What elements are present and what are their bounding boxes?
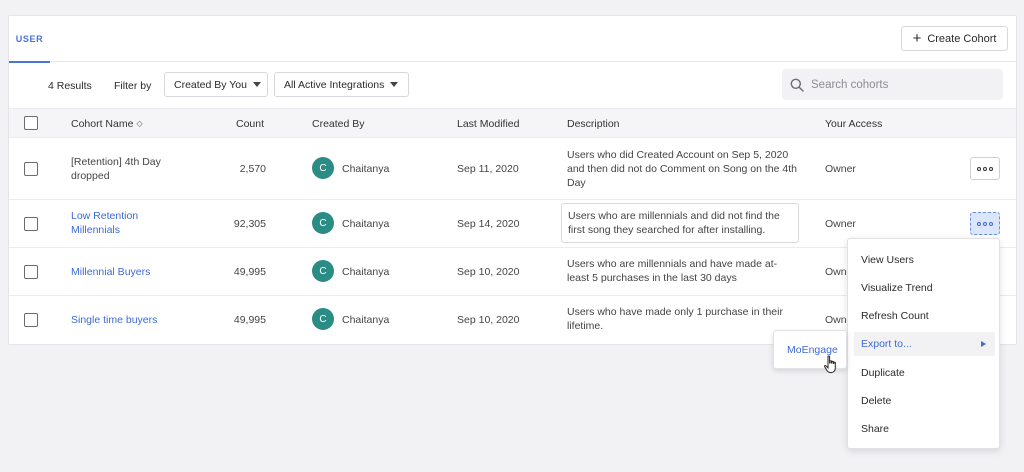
cohort-count: 49,995 — [233, 266, 266, 278]
row-checkbox[interactable] — [24, 313, 38, 327]
menu-item-view-users[interactable]: View Users — [854, 248, 995, 272]
integrations-value: All Active Integrations — [284, 78, 385, 91]
menu-item-export-to[interactable]: Export to... — [854, 332, 995, 356]
caret-down-icon — [252, 82, 261, 87]
last-modified: Sep 10, 2020 — [457, 314, 520, 326]
column-header-created-by: Created By — [312, 118, 365, 130]
more-icon — [983, 166, 987, 171]
column-header-cohort-name[interactable]: Cohort Name ◇ — [71, 118, 143, 130]
filter-by-label: Filter by — [114, 80, 152, 92]
cohort-name-link[interactable]: Low Retention Millennials — [71, 209, 138, 237]
avatar: C — [312, 157, 334, 179]
tab-user[interactable]: USER — [9, 16, 50, 63]
created-by-value: Created By You — [174, 78, 247, 91]
create-cohort-button[interactable]: + Create Cohort — [901, 26, 1008, 51]
last-modified: Sep 10, 2020 — [457, 266, 520, 278]
column-header-description: Description — [567, 118, 620, 130]
cohort-name-link[interactable]: Single time buyers — [71, 313, 157, 327]
more-icon — [983, 221, 987, 226]
created-by-dropdown[interactable]: Created By You — [164, 72, 268, 97]
hand-cursor-icon — [824, 355, 836, 373]
last-modified: Sep 14, 2020 — [457, 218, 520, 230]
cohort-description[interactable]: Users who are millennials and did not fi… — [561, 203, 799, 243]
search-input[interactable] — [811, 78, 991, 91]
table-header: Cohort Name ◇ Count Created By Last Modif… — [9, 108, 1016, 138]
cohort-name-line: dropped — [71, 170, 110, 182]
creator-name: Chaitanya — [342, 218, 390, 230]
cohort-count: 2,570 — [239, 163, 266, 175]
column-header-count: Count — [236, 118, 265, 130]
create-cohort-label: Create Cohort — [927, 32, 997, 45]
cohort-name-link[interactable]: Millennial Buyers — [71, 265, 150, 279]
integrations-dropdown[interactable]: All Active Integrations — [274, 72, 409, 97]
avatar: C — [312, 260, 334, 282]
last-modified: Sep 11, 2020 — [457, 163, 519, 175]
cohort-name-line: Low Retention — [71, 210, 139, 222]
cohort-name[interactable]: [Retention] 4th Day dropped — [71, 155, 161, 183]
access-level: Owner — [825, 163, 856, 175]
row-checkbox[interactable] — [24, 217, 38, 231]
more-icon — [977, 166, 981, 171]
filter-bar: 4 Results Filter by Created By You All A… — [9, 62, 1016, 108]
cohort-description: Users who did Created Account on Sep 5, … — [567, 149, 798, 189]
search-icon — [790, 78, 804, 92]
creator-name: Chaitanya — [342, 266, 390, 278]
cohort-count: 92,305 — [233, 218, 266, 230]
column-header-your-access: Your Access — [825, 118, 883, 130]
cohort-name-line: [Retention] 4th Day — [71, 156, 161, 168]
results-count: 4 Results — [48, 80, 92, 92]
cohort-description: Users who have made only 1 purchase in t… — [567, 306, 783, 332]
plus-icon: + — [912, 30, 922, 47]
creator-name: Chaitanya — [342, 163, 390, 175]
cohort-description: Users who are millennials and have made … — [567, 258, 778, 284]
avatar: C — [312, 212, 334, 234]
menu-item-duplicate[interactable]: Duplicate — [854, 361, 995, 385]
menu-item-visualize-trend[interactable]: Visualize Trend — [854, 276, 995, 300]
row-actions-button[interactable] — [970, 157, 1000, 180]
menu-item-refresh-count[interactable]: Refresh Count — [854, 304, 995, 328]
cohort-name-line: Millennials — [71, 224, 121, 236]
avatar: C — [312, 308, 334, 330]
select-all-checkbox[interactable] — [24, 116, 38, 130]
chevron-right-icon — [981, 341, 986, 347]
row-actions-menu: View Users Visualize Trend Refresh Count… — [847, 238, 1000, 449]
more-icon — [977, 221, 981, 226]
column-header-last-modified: Last Modified — [457, 118, 520, 130]
creator-name: Chaitanya — [342, 314, 390, 326]
search-box[interactable] — [782, 69, 1003, 100]
row-actions-button-active[interactable] — [970, 212, 1000, 235]
cohort-count: 49,995 — [233, 314, 266, 326]
sort-icon[interactable]: ◇ — [136, 119, 142, 128]
more-icon — [989, 221, 993, 226]
row-checkbox[interactable] — [24, 265, 38, 279]
menu-item-delete[interactable]: Delete — [854, 389, 995, 413]
column-header-label: Cohort Name — [71, 118, 134, 130]
menu-item-export-to-label: Export to... — [861, 338, 912, 350]
more-icon — [989, 166, 993, 171]
menu-item-share[interactable]: Share — [854, 417, 995, 441]
caret-down-icon — [390, 82, 399, 87]
table-row: [Retention] 4th Day dropped 2,570 C Chai… — [9, 138, 1016, 200]
access-level: Owner — [825, 218, 856, 230]
row-checkbox[interactable] — [24, 162, 38, 176]
tab-bar: USER + Create Cohort — [9, 16, 1016, 63]
